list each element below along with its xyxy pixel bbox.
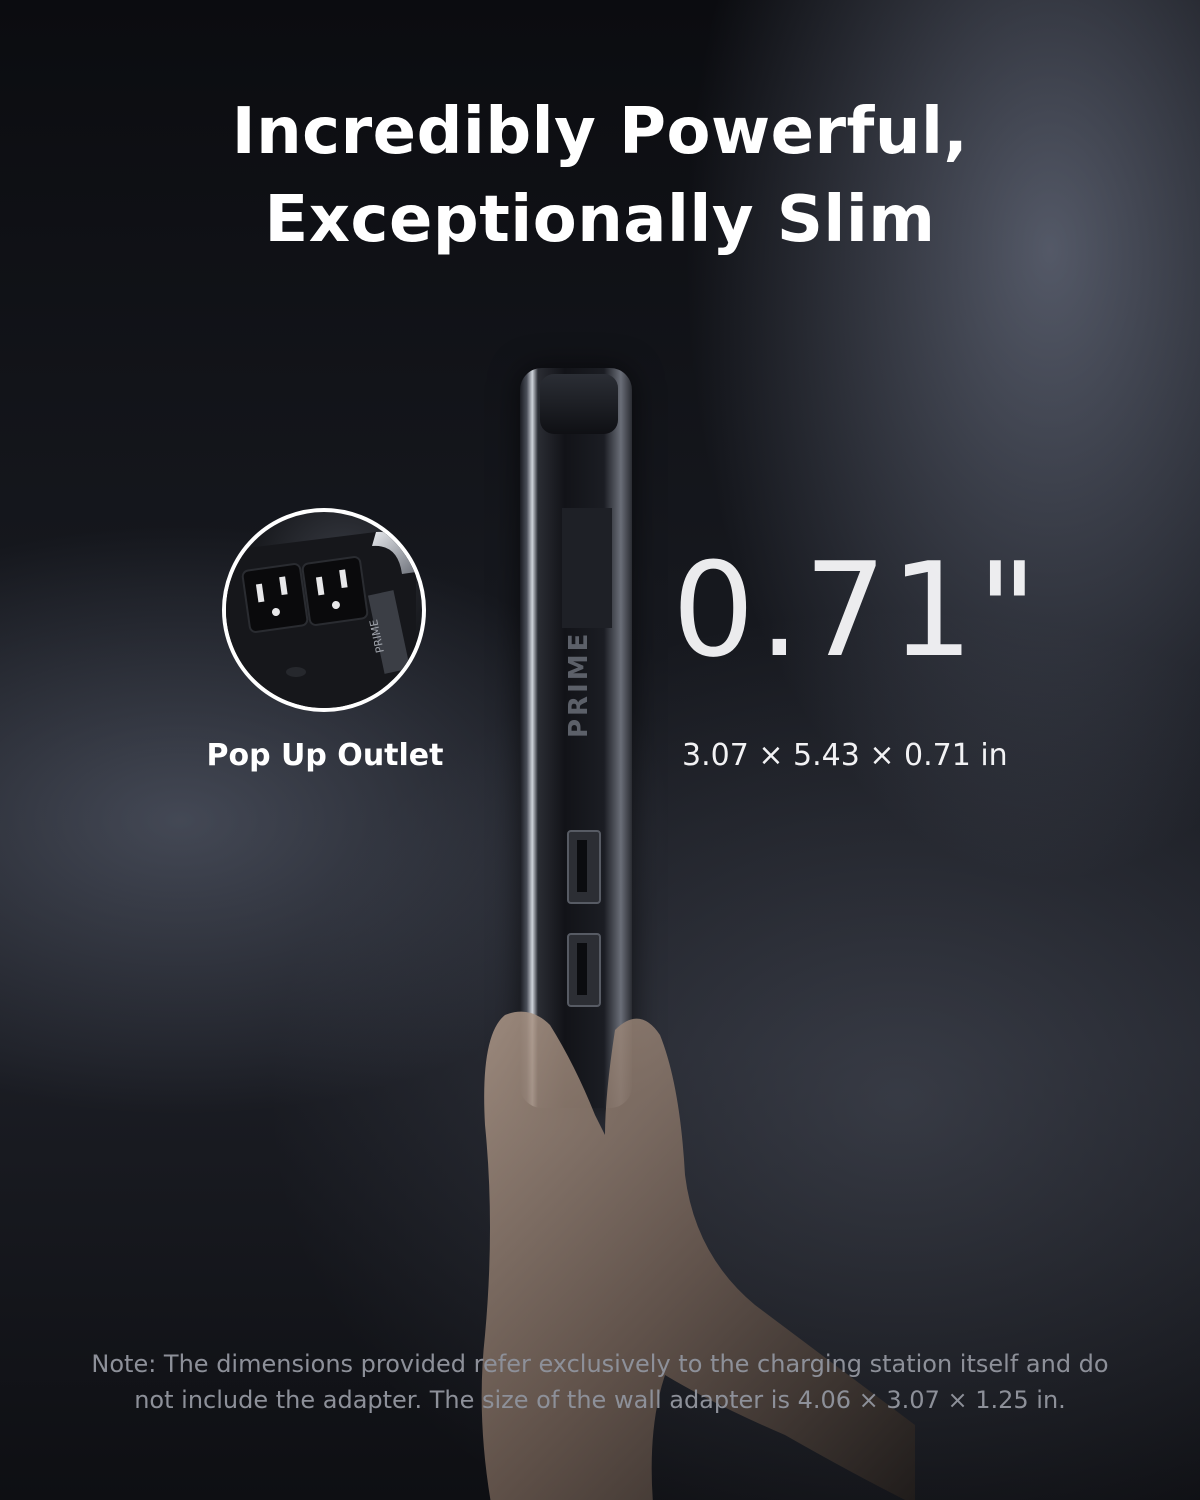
outlet-label: Pop Up Outlet: [206, 738, 444, 773]
footnote: Note: The dimensions provided refer excl…: [50, 1346, 1150, 1418]
thickness-value: 0.71": [672, 534, 1042, 686]
outlet-closeup-image: PRIME: [222, 508, 426, 712]
brand-mark: PRIME: [564, 630, 594, 738]
usb-a-port-1: [567, 830, 601, 904]
device-top-cap: [540, 374, 618, 434]
footnote-line-2: not include the adapter. The size of the…: [134, 1386, 1066, 1414]
dimensions-text: 3.07 × 5.43 × 0.71 in: [682, 738, 1008, 773]
headline-line-2: Exceptionally Slim: [264, 183, 936, 257]
hand-image: [481, 1011, 915, 1500]
headline: Incredibly Powerful, Exceptionally Slim: [0, 88, 1200, 264]
footnote-line-1: Note: The dimensions provided refer excl…: [91, 1350, 1109, 1378]
outlet-socket-left: [241, 563, 309, 633]
product-banner: Incredibly Powerful, Exceptionally Slim …: [0, 0, 1200, 1500]
power-bank-device: PRIME: [520, 368, 632, 1108]
outlet-closeup-drawing: PRIME: [226, 531, 416, 708]
outlet-socket-right: [301, 556, 369, 626]
headline-line-1: Incredibly Powerful,: [231, 95, 969, 169]
usb-a-port-2: [567, 933, 601, 1007]
